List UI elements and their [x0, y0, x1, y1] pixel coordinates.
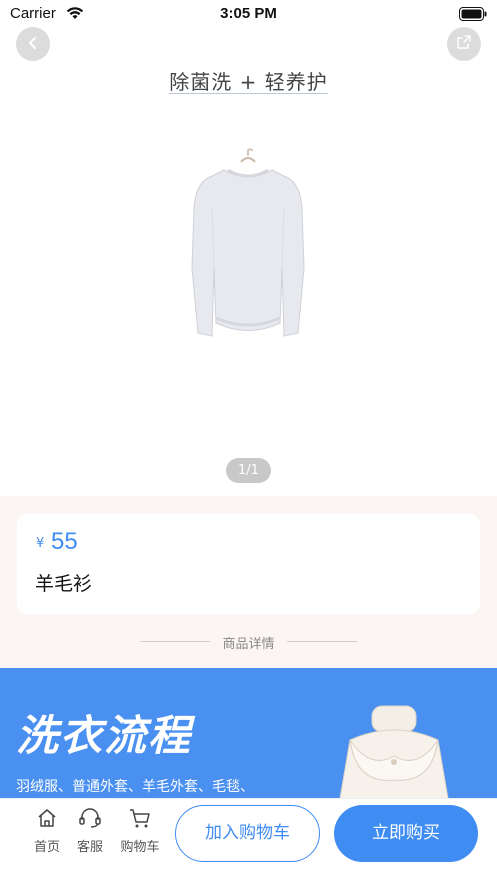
laundry-process-banner: 洗衣流程 羽绒服、普通外套、羊毛外套、毛毯、 [0, 668, 497, 798]
cart-icon [128, 809, 152, 833]
nav-cart-label: 购物车 [120, 840, 160, 855]
slogan-underline [169, 93, 328, 94]
product-name: 羊毛衫 [35, 573, 93, 595]
currency-symbol: ¥ [36, 536, 45, 551]
battery-icon [459, 6, 487, 25]
clock: 3:05 PM [220, 5, 277, 22]
status-bar: Carrier 3:05 PM [0, 0, 497, 28]
banner-jacket-image [339, 705, 449, 798]
nav-home-label: 首页 [33, 840, 60, 855]
chevron-left-icon [26, 35, 40, 54]
headset-icon [78, 808, 102, 833]
nav-home[interactable]: 首页 [24, 807, 70, 855]
product-gallery[interactable]: 除菌洗 + 轻养护 1/1 [0, 28, 497, 496]
nav-customer-service[interactable]: 客服 [67, 807, 113, 855]
price-card: ¥ 55 羊毛衫 [17, 514, 480, 614]
add-to-cart-button[interactable]: 加入购物车 [175, 805, 320, 862]
share-icon [456, 34, 472, 54]
banner-title: 洗衣流程 [16, 711, 193, 760]
home-icon [36, 809, 58, 833]
page-indicator: 1/1 [226, 458, 271, 483]
product-image [191, 148, 305, 337]
product-info-section: ¥ 55 羊毛衫 商品详情 [0, 496, 497, 668]
buy-now-button[interactable]: 立即购买 [334, 805, 478, 862]
back-button[interactable] [16, 27, 50, 61]
product-slogan: 除菌洗 + 轻养护 [169, 70, 328, 94]
nav-cart[interactable]: 购物车 [117, 807, 163, 855]
nav-service-label: 客服 [76, 840, 103, 855]
share-button[interactable] [447, 27, 481, 61]
product-price: 55 [51, 528, 78, 555]
bottom-action-bar: 首页 客服 购物车 加入购物车 立即购买 [0, 798, 497, 883]
details-divider: 商品详情 [0, 632, 497, 652]
banner-subtitle: 羽绒服、普通外套、羊毛外套、毛毯、 [16, 779, 254, 795]
details-divider-label: 商品详情 [222, 637, 275, 652]
divider-line-right [287, 641, 357, 642]
